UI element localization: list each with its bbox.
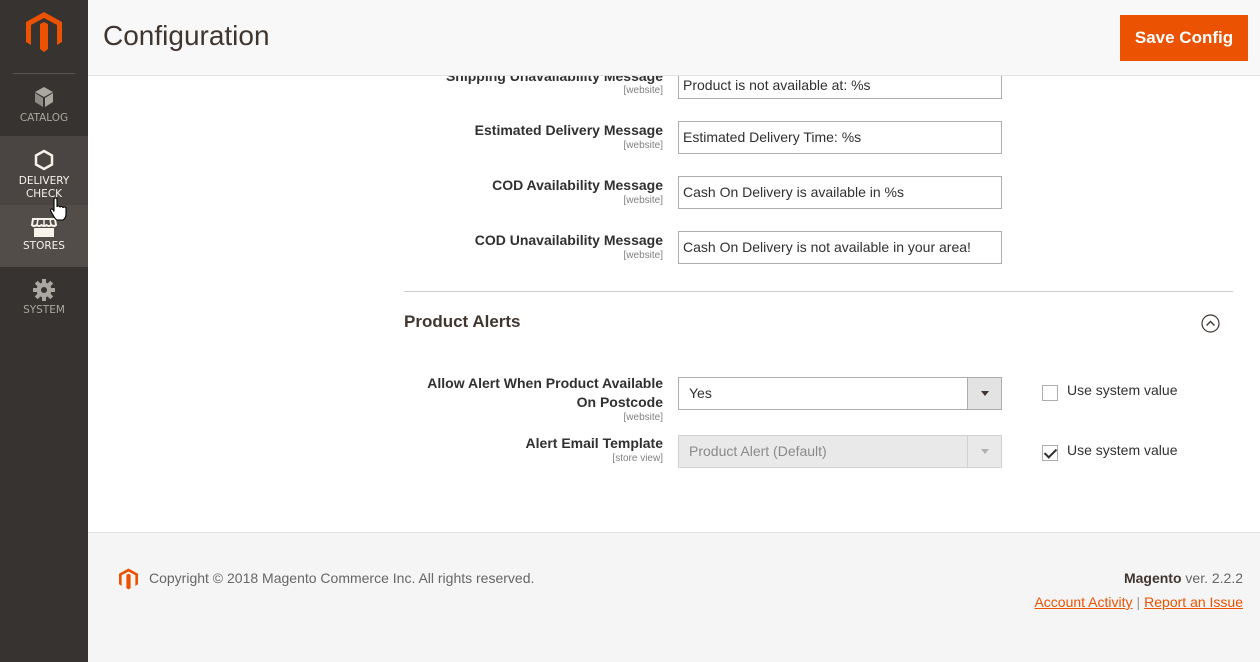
allow-alert-use-system-label[interactable]: Use system value [1067, 382, 1177, 398]
allow-alert-use-system-checkbox[interactable] [1042, 385, 1058, 401]
nav-label-delivery-check: DELIVERY CHECK [18, 175, 70, 200]
nav-item-system[interactable]: SYSTEM [0, 267, 88, 329]
save-config-button[interactable]: Save Config [1120, 15, 1248, 61]
cod-availability-input[interactable]: Cash On Delivery is available in %s [678, 176, 1002, 209]
copyright-text: Copyright © 2018 Magento Commerce Inc. A… [149, 570, 535, 586]
page-header: Configuration Save Config [88, 0, 1260, 76]
link-separator: | [1136, 594, 1141, 610]
shipping-unavailability-input[interactable]: Product is not available at: %s [678, 76, 1002, 99]
cod-unavailability-input[interactable]: Cash On Delivery is not available in you… [678, 231, 1002, 264]
gear-icon [33, 279, 55, 301]
field-scope: [website] [623, 85, 663, 96]
nav-item-delivery-check[interactable]: DELIVERY CHECK [0, 136, 88, 205]
field-label-cod-unavailability: COD Unavailability Message [474, 232, 663, 248]
field-scope: [store view] [612, 453, 663, 464]
email-template-select-value: Product Alert (Default) [689, 443, 827, 459]
config-form: Shipping Unavailability Message [website… [88, 76, 1260, 532]
account-activity-link[interactable]: Account Activity [1034, 594, 1132, 610]
magento-logo-icon[interactable] [26, 12, 62, 52]
admin-sidebar: CATALOG DELIVERY CHECK STORES SYSTEM [0, 0, 88, 662]
field-label-allow-alert-line2: On Postcode [576, 394, 663, 410]
section-divider [404, 291, 1233, 292]
cube-icon [35, 87, 53, 107]
hand-cursor-icon [50, 198, 67, 221]
field-label-cod-availability: COD Availability Message [492, 177, 663, 193]
field-scope: [website] [623, 140, 663, 151]
field-scope: [website] [623, 412, 663, 423]
nav-item-catalog[interactable]: CATALOG [0, 75, 88, 137]
allow-alert-select[interactable]: Yes [678, 377, 1002, 410]
field-label-allow-alert-line1: Allow Alert When Product Available [427, 375, 663, 391]
field-label-allow-alert: Allow Alert When Product Available On Po… [427, 374, 663, 412]
nav-label-system: SYSTEM [23, 304, 65, 316]
magento-logo-icon [119, 568, 138, 590]
select-chevron-down-icon[interactable] [967, 378, 1001, 409]
nav-label-catalog: CATALOG [19, 112, 69, 124]
version-text: Magento ver. 2.2.2 [1124, 570, 1243, 586]
logo-divider [13, 73, 75, 74]
brand-name: Magento [1123, 570, 1182, 586]
field-scope: [website] [623, 250, 663, 261]
email-template-select: Product Alert (Default) [678, 435, 1002, 468]
field-scope: [website] [623, 195, 663, 206]
email-template-use-system-label[interactable]: Use system value [1067, 442, 1177, 458]
field-label-estimated-delivery: Estimated Delivery Message [474, 122, 663, 138]
version-number: ver. 2.2.2 [1181, 570, 1243, 586]
section-title-product-alerts[interactable]: Product Alerts [404, 312, 521, 332]
email-template-use-system-checkbox[interactable] [1042, 445, 1058, 461]
estimated-delivery-input[interactable]: Estimated Delivery Time: %s [678, 121, 1002, 154]
field-label-email-template: Alert Email Template [525, 435, 663, 451]
nav-label-stores: STORES [23, 240, 65, 252]
collapse-chevron-up-icon[interactable] [1201, 314, 1220, 333]
hexagon-icon [34, 149, 54, 171]
footer-links: Account Activity | Report an Issue [1034, 594, 1243, 610]
nav-item-stores[interactable]: STORES [0, 205, 88, 267]
allow-alert-select-value: Yes [689, 385, 712, 401]
report-issue-link[interactable]: Report an Issue [1144, 594, 1243, 610]
select-chevron-down-icon [967, 436, 1001, 467]
page-footer: Copyright © 2018 Magento Commerce Inc. A… [88, 532, 1260, 662]
page-title: Configuration [103, 20, 270, 51]
